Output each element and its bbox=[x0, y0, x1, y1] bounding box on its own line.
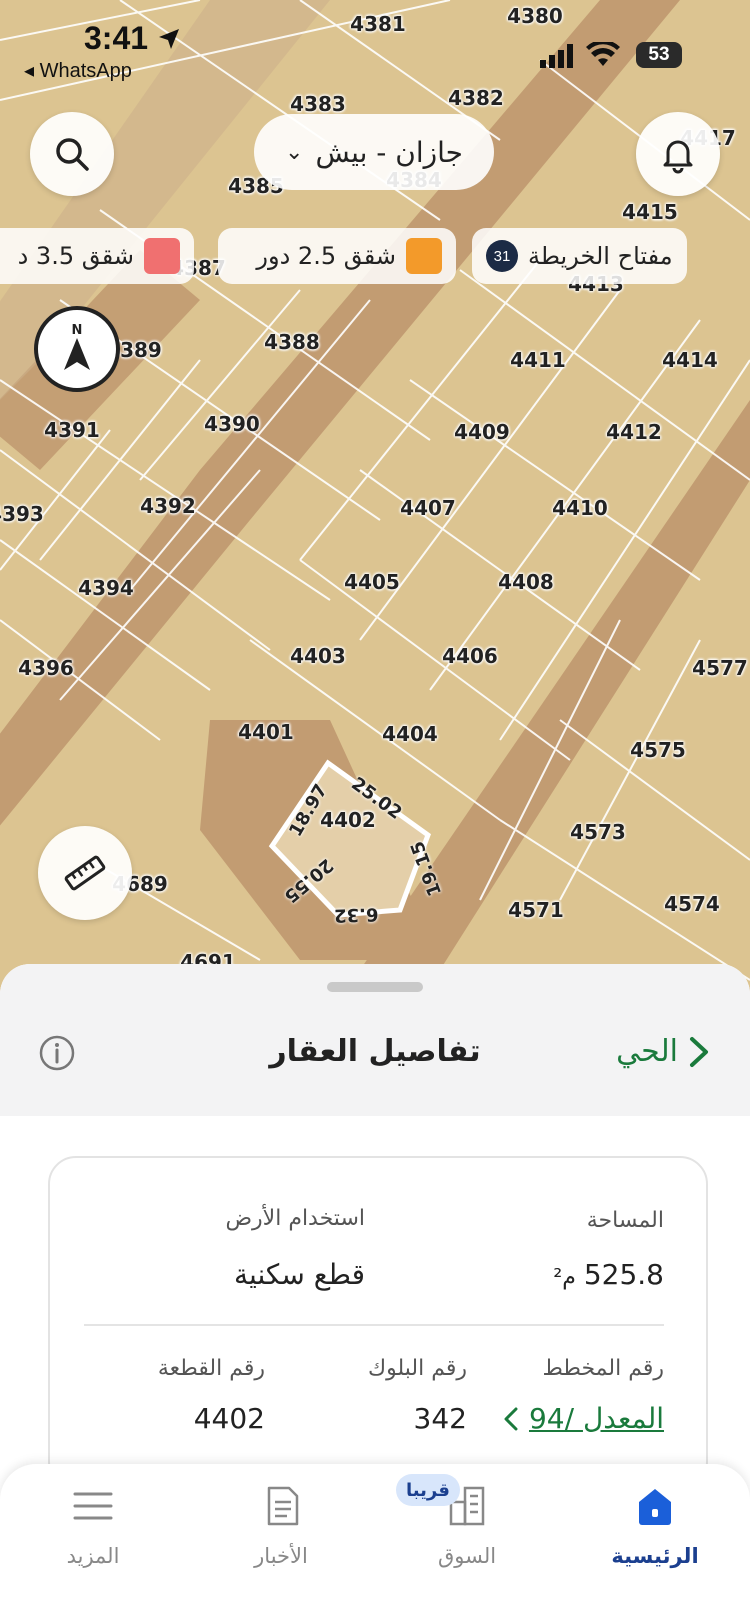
legend-item[interactable]: شقق 3.5 د bbox=[0, 228, 194, 284]
plot-number[interactable]: 4409 bbox=[454, 420, 510, 444]
plot-number[interactable]: 4391 bbox=[44, 418, 100, 442]
plot-number[interactable]: 4415 bbox=[622, 200, 678, 224]
plot-number[interactable]: 4403 bbox=[290, 644, 346, 668]
measure-button[interactable] bbox=[38, 826, 132, 920]
plot-number[interactable]: 4401 bbox=[238, 720, 294, 744]
plot-number[interactable]: 4414 bbox=[662, 348, 718, 372]
signal-icon bbox=[540, 44, 573, 68]
plot-number[interactable]: 4412 bbox=[606, 420, 662, 444]
chevron-down-icon: ⌄ bbox=[285, 139, 304, 165]
plot-number-label: رقم القطعة bbox=[157, 1356, 265, 1381]
plan-number-label: رقم المخطط bbox=[542, 1356, 664, 1381]
plot-number-value: 4402 bbox=[193, 1402, 265, 1435]
tab-market-label: السوق bbox=[437, 1544, 497, 1568]
plot-number[interactable]: 4574 bbox=[664, 892, 720, 916]
land-use-label: استخدام الأرض bbox=[225, 1206, 365, 1231]
compass-north-icon: N bbox=[64, 323, 90, 370]
tab-more[interactable]: المزيد bbox=[18, 1484, 168, 1594]
plot-number[interactable]: 4390 bbox=[204, 412, 260, 436]
status-bar: 3:41 ◂ WhatsApp 53 bbox=[0, 0, 750, 90]
city-name: جازان - بيش bbox=[315, 135, 463, 169]
plot-number[interactable]: 4404 bbox=[382, 722, 438, 746]
plot-number[interactable]: 4393 bbox=[0, 502, 44, 526]
area-label: المساحة bbox=[586, 1208, 664, 1233]
plot-number[interactable]: 4573 bbox=[570, 820, 626, 844]
map-legend-chip[interactable]: مفتاح الخريطة 31 bbox=[472, 228, 687, 284]
legend-item-label: شقق 2.5 دور bbox=[256, 242, 396, 270]
plot-dimension: 6.32 bbox=[333, 903, 379, 926]
details-card bbox=[48, 1156, 708, 1490]
tab-home-label: الرئيسية bbox=[611, 1544, 699, 1568]
tab-news[interactable]: الأخبار bbox=[206, 1484, 356, 1594]
bell-icon bbox=[663, 140, 693, 174]
drag-handle[interactable] bbox=[327, 982, 423, 992]
area-number: 525.8 bbox=[583, 1258, 664, 1291]
plot-number[interactable]: 4408 bbox=[498, 570, 554, 594]
plot-number[interactable]: 4577 bbox=[692, 656, 748, 680]
plot-number[interactable]: 4402 bbox=[320, 808, 376, 832]
sheet-header: تفاصيل العقار الحي bbox=[0, 964, 750, 1116]
plan-number-value: 94/ المعدل bbox=[528, 1402, 664, 1435]
svg-text:N: N bbox=[72, 323, 83, 338]
plot-number[interactable]: 4383 bbox=[290, 92, 346, 116]
plot-number[interactable]: 4410 bbox=[552, 496, 608, 520]
block-number-label: رقم البلوك bbox=[367, 1356, 467, 1381]
ruler-icon bbox=[64, 855, 106, 891]
legend-item[interactable]: شقق 2.5 دور bbox=[218, 228, 456, 284]
chevron-left-icon bbox=[504, 1407, 518, 1430]
wifi-icon bbox=[586, 42, 620, 66]
legend-swatch bbox=[406, 238, 442, 274]
battery-indicator: 53 bbox=[636, 42, 682, 68]
plot-number[interactable]: 4575 bbox=[630, 738, 686, 762]
search-button[interactable] bbox=[30, 112, 114, 196]
legend-title: مفتاح الخريطة bbox=[528, 242, 673, 270]
land-use-value: قطع سكنية bbox=[234, 1258, 365, 1291]
area-unit: م² bbox=[553, 1265, 576, 1290]
tab-more-label: المزيد bbox=[66, 1544, 120, 1568]
plot-number[interactable]: 4388 bbox=[264, 330, 320, 354]
plot-number[interactable]: 4396 bbox=[18, 656, 74, 680]
tab-news-label: الأخبار bbox=[254, 1544, 308, 1568]
area-value: م² 525.8 bbox=[553, 1258, 664, 1291]
plot-number[interactable]: 4411 bbox=[510, 348, 566, 372]
home-icon bbox=[639, 1489, 671, 1525]
plan-number-link[interactable]: 94/ المعدل bbox=[503, 1402, 664, 1435]
back-to-app-link[interactable]: ◂ WhatsApp bbox=[24, 58, 132, 83]
divider bbox=[84, 1324, 664, 1326]
tab-bar: الرئيسية السوق الأخبار المزيد bbox=[0, 1464, 750, 1624]
search-icon bbox=[56, 138, 89, 171]
plot-number[interactable]: 4394 bbox=[78, 576, 134, 600]
coming-soon-badge: قريبا bbox=[396, 1474, 460, 1506]
legend-count-badge: 31 bbox=[486, 240, 518, 272]
tab-home[interactable]: الرئيسية bbox=[580, 1484, 730, 1594]
clock: 3:41 bbox=[84, 20, 181, 57]
legend-item-label: شقق 3.5 د bbox=[17, 242, 134, 270]
chevron-right-icon bbox=[690, 1036, 708, 1067]
city-selector[interactable]: ⌄ جازان - بيش bbox=[254, 114, 494, 190]
location-arrow-icon bbox=[158, 29, 179, 49]
notifications-button[interactable] bbox=[636, 112, 720, 196]
menu-icon bbox=[73, 1492, 113, 1520]
news-icon bbox=[267, 1486, 299, 1526]
clock-time: 3:41 bbox=[84, 20, 149, 56]
legend-swatch bbox=[144, 238, 180, 274]
plot-number[interactable]: 4406 bbox=[442, 644, 498, 668]
plot-number[interactable]: 4392 bbox=[140, 494, 196, 518]
district-link[interactable]: الحي bbox=[616, 1034, 710, 1069]
plot-number[interactable]: 4405 bbox=[344, 570, 400, 594]
district-link-label: الحي bbox=[616, 1034, 678, 1069]
block-number-value: 342 bbox=[413, 1402, 467, 1435]
plot-number[interactable]: 4571 bbox=[508, 898, 564, 922]
compass-button[interactable]: N bbox=[34, 306, 120, 392]
plot-number[interactable]: 4407 bbox=[400, 496, 456, 520]
